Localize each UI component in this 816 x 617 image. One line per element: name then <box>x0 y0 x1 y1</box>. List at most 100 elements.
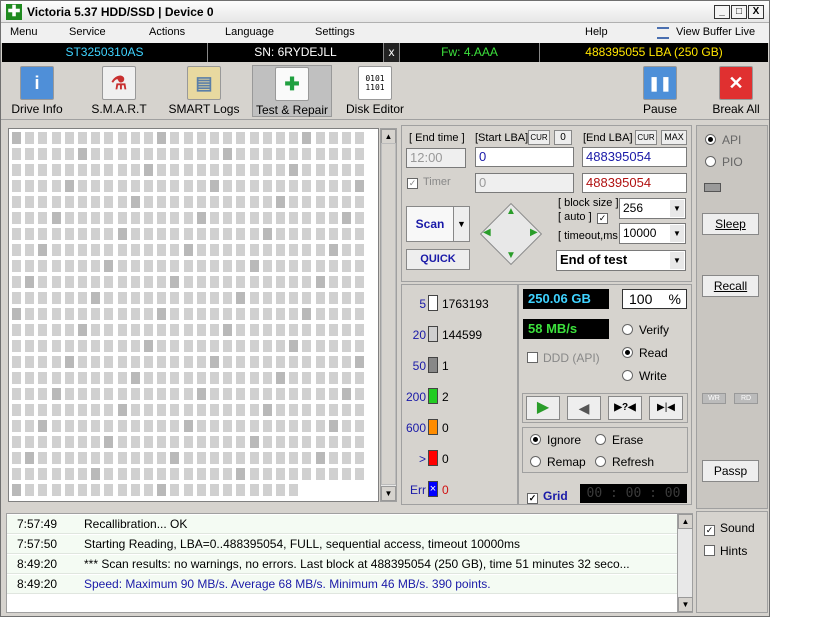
timer-input[interactable]: 0 <box>475 173 574 193</box>
api-radio[interactable]: API <box>705 133 741 147</box>
scan-block <box>236 340 246 352</box>
scan-block <box>289 276 299 288</box>
hints-check-box <box>704 545 715 556</box>
scan-block <box>78 436 87 448</box>
menu-item-service[interactable]: Service <box>69 26 106 38</box>
test-repair-button[interactable]: ✚ Test & Repair <box>252 65 332 117</box>
scan-block <box>183 228 193 240</box>
close-button[interactable]: X <box>748 5 764 19</box>
scan-block <box>328 388 338 400</box>
scan-block-map <box>8 128 379 502</box>
end-cur-button[interactable]: CUR <box>635 130 657 145</box>
verify-radio[interactable]: Verify <box>622 323 669 337</box>
play-icon[interactable]: ▶ <box>526 396 560 420</box>
skip-end-icon[interactable]: ▶|◀ <box>649 396 683 420</box>
scan-block <box>51 324 61 336</box>
menu-item-settings[interactable]: Settings <box>315 26 355 38</box>
maximize-button[interactable]: □ <box>731 5 747 19</box>
end-lba-input[interactable]: 488395054 <box>582 147 687 167</box>
block-size-select[interactable]: 256 ▼ <box>619 198 686 219</box>
scan-block <box>144 228 153 240</box>
arrow-left-icon[interactable]: ◀ <box>483 227 491 238</box>
menu-item-language[interactable]: Language <box>225 26 274 38</box>
scan-block <box>25 148 35 160</box>
ddd-api-checkbox[interactable]: DDD (API) <box>527 351 600 365</box>
sound-checkbox[interactable]: ✓ Sound <box>704 521 755 536</box>
timer-checkbox[interactable]: ✓ Timer <box>407 176 451 189</box>
scan-block <box>328 452 338 464</box>
read-radio[interactable]: Read <box>622 346 668 360</box>
scan-dropdown-button[interactable]: ▼ <box>453 206 470 242</box>
refresh-radio-dot <box>595 456 606 467</box>
menu-item-menu[interactable]: Menu <box>10 26 38 38</box>
scan-block <box>78 404 87 416</box>
break-all-button[interactable]: ✕ Break All <box>709 66 763 116</box>
passp-button[interactable]: Passp <box>702 460 759 482</box>
scan-block <box>236 452 246 464</box>
scan-block <box>38 388 48 400</box>
skip-unknown-icon[interactable]: ▶?◀ <box>608 396 642 420</box>
recall-button[interactable]: Recall <box>702 275 759 297</box>
scroll-thumb[interactable] <box>381 143 396 485</box>
disk-editor-button[interactable]: 0101 1101 Disk Editor <box>343 66 407 116</box>
scan-block <box>130 164 140 176</box>
pio-radio[interactable]: PIO <box>705 155 743 169</box>
scan-block <box>130 468 140 480</box>
scan-block <box>355 436 365 448</box>
erase-radio[interactable]: Erase <box>595 433 643 447</box>
start-zero-button[interactable]: 0 <box>554 130 572 145</box>
device-status-bar: ST3250310AS SN: 6RYDEJLL x Fw: 4.AAA 488… <box>2 43 768 62</box>
end-lba-secondary-input[interactable]: 488395054 <box>582 173 687 193</box>
smart-button[interactable]: ⚗ S.M.A.R.T <box>89 66 149 116</box>
info-icon: i <box>20 66 54 100</box>
scroll-down-arrow[interactable]: ▼ <box>381 486 396 501</box>
end-time-input[interactable]: 12:00 <box>406 148 466 168</box>
scan-block <box>104 244 114 256</box>
scan-block <box>236 180 246 192</box>
arrow-up-icon[interactable]: ▲ <box>506 206 516 217</box>
scroll-up-arrow[interactable]: ▲ <box>381 129 396 144</box>
pause-button[interactable]: ❚❚ Pause <box>637 66 683 116</box>
end-mode-select[interactable]: End of test ▼ <box>556 250 686 271</box>
scan-block <box>170 276 180 288</box>
grid-checkbox[interactable]: ✓ Grid <box>527 489 568 504</box>
start-cur-button[interactable]: CUR <box>528 130 550 145</box>
end-max-button[interactable]: MAX <box>661 130 687 145</box>
direction-pad[interactable]: ▲ ▼ ◀ ▶ <box>479 202 543 266</box>
drive-info-button[interactable]: i Drive Info <box>9 66 65 116</box>
start-lba-input[interactable]: 0 <box>475 147 574 167</box>
scan-button[interactable]: Scan <box>406 206 454 242</box>
arrow-right-icon[interactable]: ▶ <box>530 227 538 238</box>
menu-item-actions[interactable]: Actions <box>149 26 185 38</box>
scan-block <box>210 308 219 320</box>
ignore-radio[interactable]: Ignore <box>530 433 581 447</box>
auto-check-icon[interactable]: ✓ <box>597 213 608 224</box>
log-scroll-up-arrow[interactable]: ▲ <box>678 514 693 529</box>
view-buffer-live[interactable]: View Buffer Live <box>676 26 755 38</box>
smart-logs-button[interactable]: ▤ SMART Logs <box>168 66 240 116</box>
remap-radio[interactable]: Remap <box>530 455 586 469</box>
scan-block <box>117 436 127 448</box>
quick-button[interactable]: QUICK <box>406 249 470 270</box>
menu-item-help[interactable]: Help <box>585 26 608 38</box>
scan-block <box>144 436 153 448</box>
hints-checkbox[interactable]: Hints <box>704 544 747 558</box>
scan-block <box>104 308 114 320</box>
scan-block <box>196 484 206 496</box>
write-radio[interactable]: Write <box>622 369 667 383</box>
log-scrollbar[interactable]: ▲ ▼ <box>677 513 693 613</box>
log-scroll-down-arrow[interactable]: ▼ <box>678 597 693 612</box>
scan-block <box>210 404 219 416</box>
scan-block <box>104 452 114 464</box>
minimize-button[interactable]: _ <box>714 5 730 19</box>
timeout-select[interactable]: 10000 ▼ <box>619 223 686 244</box>
block-map-scrollbar[interactable]: ▲ ▼ <box>380 128 397 502</box>
scan-block <box>236 324 246 336</box>
rewind-icon[interactable]: ◀ <box>567 396 601 420</box>
sleep-button[interactable]: Sleep <box>702 213 759 235</box>
device-close-button[interactable]: x <box>384 43 400 62</box>
refresh-radio[interactable]: Refresh <box>595 455 654 469</box>
arrow-down-icon[interactable]: ▼ <box>506 250 516 261</box>
ddd-check-box <box>527 352 538 363</box>
scan-block <box>130 228 140 240</box>
